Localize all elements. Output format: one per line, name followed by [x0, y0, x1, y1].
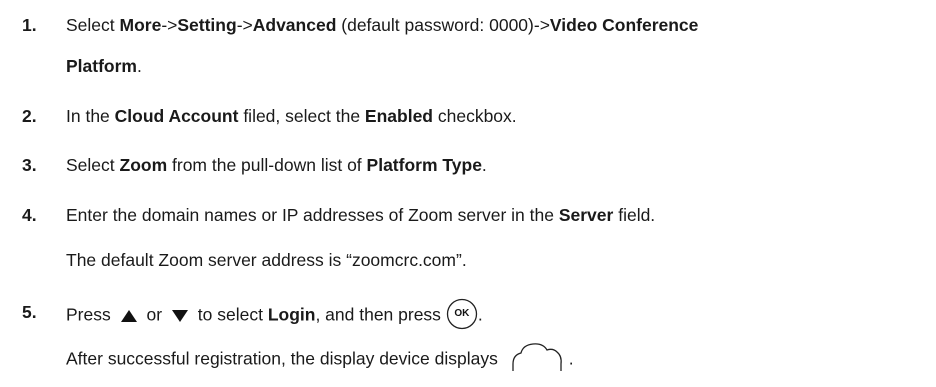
option-login: Login — [267, 304, 316, 325]
field-server: Server — [558, 205, 614, 225]
step-2-number: 2. — [22, 106, 37, 126]
ok-key-label: OK — [454, 308, 470, 319]
step-4-text: Enter the domain names or IP addresses o… — [66, 205, 655, 226]
step-text: to select — [192, 304, 268, 325]
step-text: , and then press — [315, 304, 446, 325]
step-text: . — [477, 304, 483, 325]
step-5-note: After successful registration, the displ… — [66, 343, 574, 372]
step-text: . — [136, 56, 142, 76]
step-text: from the pull-down list of — [167, 155, 367, 175]
step-text: . — [481, 155, 487, 175]
menu-advanced: Advanced — [252, 15, 337, 35]
step-text: or — [141, 304, 167, 325]
step-3-text: Select Zoom from the pull-down list of P… — [66, 155, 487, 176]
step-text: Enter the domain names or IP addresses o… — [66, 205, 559, 225]
document-page: { "steps": [ { "number": "1.", "t1": "Se… — [0, 0, 936, 387]
menu-video-conference: Video Conference — [549, 15, 699, 35]
option-zoom: Zoom — [119, 155, 168, 175]
step-1-text-cont: Platform. — [66, 56, 142, 77]
step-text: Press — [66, 304, 116, 325]
step-text: (default password: 0000)-> — [336, 15, 550, 35]
checkbox-enabled-label: Enabled — [364, 106, 433, 126]
step-note-text: After successful registration, the displ… — [66, 348, 503, 369]
step-5-text: Press or to select Login, and then press… — [66, 298, 483, 330]
step-text: Select — [66, 15, 120, 35]
menu-more: More — [119, 15, 162, 35]
step-1-number: 1. — [22, 15, 37, 35]
ok-key-icon: OK — [446, 298, 478, 330]
menu-platform: Platform — [66, 56, 137, 76]
up-arrow-key-icon — [120, 310, 137, 322]
step-5-number: 5. — [22, 302, 37, 322]
step-text: field. — [613, 205, 656, 225]
step-4-note: The default Zoom server address is “zoom… — [66, 250, 467, 270]
step-text: filed, select the — [238, 106, 365, 126]
step-note-text: . — [568, 348, 574, 369]
step-4-number: 4. — [22, 205, 37, 225]
step-text: checkbox. — [433, 106, 517, 126]
step-text: -> — [236, 15, 253, 35]
step-text: -> — [161, 15, 178, 35]
step-1-text: Select More->Setting->Advanced (default … — [66, 15, 698, 36]
step-text: Select — [66, 155, 120, 175]
step-3-number: 3. — [22, 155, 37, 175]
menu-setting: Setting — [177, 15, 237, 35]
field-cloud-account: Cloud Account — [114, 106, 239, 126]
down-arrow-key-icon — [171, 310, 188, 322]
step-text: In the — [66, 106, 115, 126]
step-2-text: In the Cloud Account filed, select the E… — [66, 106, 517, 127]
cloud-icon — [512, 343, 562, 371]
field-platform-type: Platform Type — [366, 155, 482, 175]
